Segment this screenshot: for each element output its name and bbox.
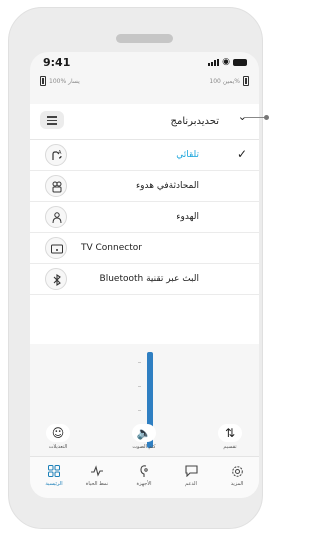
hearing-aid-battery-row: 100% يسار يمين 100% [30,74,259,90]
tab-home[interactable]: الرئيسية [36,462,72,487]
pulse-icon [79,462,115,480]
mute-label: كتم الصوت [132,444,156,450]
hearing-aid-icon [126,462,162,480]
split-button[interactable]: ⇅ تقسيم [210,424,250,450]
program-menu-title: تحديدبرنامج [170,116,219,127]
cellular-signal-icon [208,59,220,66]
callout-dot [264,115,269,120]
status-time: 9:41 [43,56,71,69]
tab-support[interactable]: الدعم [173,462,209,487]
speaker-icon: 🔈 [132,424,156,442]
gear-icon [219,462,255,480]
smiley-icon: ☺ [46,424,70,442]
home-grid-icon [36,462,72,480]
volume-tick [138,410,141,411]
tab-lifestyle-label: نمط الحياة [85,481,109,487]
program-item-automatic[interactable]: A تلقائي ✓ [30,140,259,171]
program-item-bluetooth[interactable]: البث عبر تقنية Bluetooth [30,264,259,295]
tab-lifestyle[interactable]: نمط الحياة [79,462,115,487]
left-battery-icon [40,76,46,86]
program-select-menu: تحديدبرنامج ⌄ A تلقائي ✓ المحادثةفي هدوء [30,104,259,344]
tv-connector-icon [45,237,67,259]
program-menu-header[interactable]: تحديدبرنامج ⌄ [30,104,259,140]
program-label: تلقائي [176,150,199,160]
program-item-tv-connector[interactable]: TV Connector [30,233,259,264]
program-item-conversation[interactable]: المحادثةفي هدوء [30,171,259,202]
phone-frame: 9:41 ◉ 100% يسار يمين 100% تحديدبرنامج ⌄ [8,7,263,529]
right-battery-icon [243,76,249,86]
svg-text:A: A [58,150,62,156]
mute-button[interactable]: 🔈 كتم الصوت [124,424,164,450]
program-item-quiet[interactable]: الهدوء [30,202,259,233]
quick-controls: ☺ التعديلات 🔈 كتم الصوت ⇅ تقسيم [30,424,259,454]
program-label: المحادثةفي هدوء [135,181,199,191]
quiet-icon [45,206,67,228]
split-label: تقسيم [223,444,237,450]
program-label: الهدوء [176,212,199,222]
app-screen: 9:41 ◉ 100% يسار يمين 100% تحديدبرنامج ⌄ [30,52,259,498]
program-label: TV Connector [81,243,142,253]
right-aid-status: يمين 100% [209,78,240,85]
tab-more-label: المزيد [230,481,244,487]
bluetooth-icon [45,268,67,290]
checkmark-icon: ✓ [236,147,247,161]
left-aid-status: 100% يسار [49,78,80,85]
volume-tick [138,362,141,363]
wifi-icon: ◉ [222,57,230,67]
chat-bubble-icon [173,462,209,480]
conversation-icon [45,175,67,197]
adjustments-button[interactable]: ☺ التعديلات [38,424,78,450]
list-icon[interactable] [40,111,64,129]
split-icon: ⇅ [218,424,242,442]
auto-program-icon: A [45,144,67,166]
tab-more[interactable]: المزيد [219,462,255,487]
tab-devices[interactable]: الأجهزة [126,462,162,487]
bottom-tab-bar: الرئيسية نمط الحياة الأجهزة الدعم المزيد [30,456,259,498]
tab-devices-label: الأجهزة [136,481,152,487]
tab-support-label: الدعم [185,481,197,487]
phone-battery-icon [233,59,247,66]
adjustments-label: التعديلات [48,444,68,450]
system-icons: ◉ [208,57,247,67]
volume-tick [138,386,141,387]
status-bar: 9:41 ◉ [30,52,259,72]
tab-home-label: الرئيسية [45,481,63,487]
phone-speaker [116,34,173,43]
program-label: البث عبر تقنية Bluetooth [99,274,199,284]
callout-line [244,117,265,118]
